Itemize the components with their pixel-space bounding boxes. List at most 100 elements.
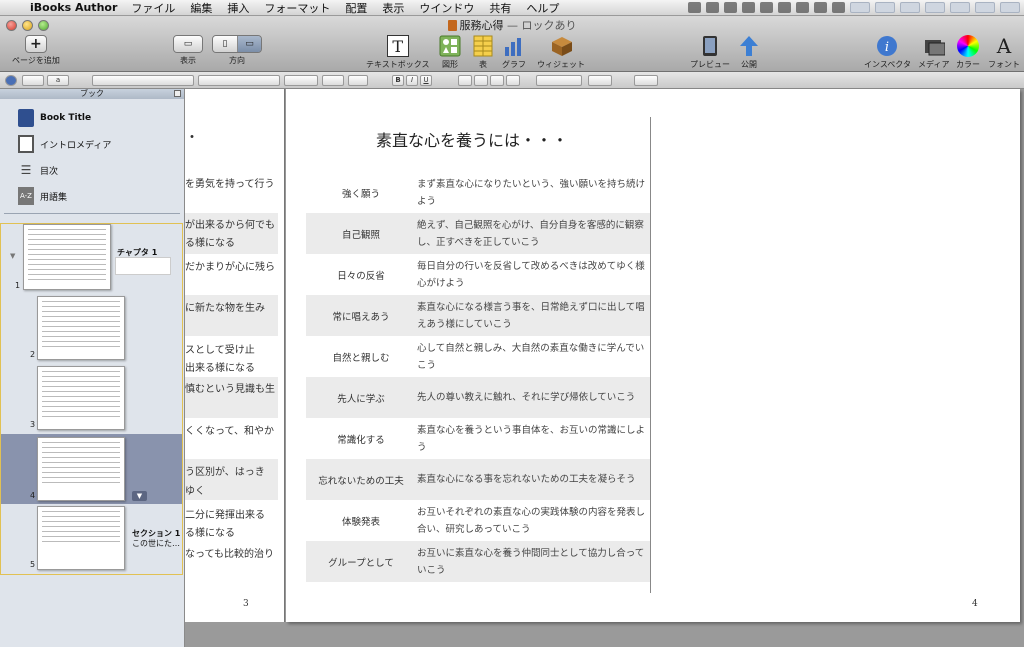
page-text-line: なっても比較的治り	[185, 549, 274, 560]
drive-icon[interactable]	[760, 2, 773, 13]
character-style-button[interactable]: a	[47, 75, 69, 86]
thumb-subtitle-field[interactable]	[115, 257, 171, 275]
thumb-menu-icon[interactable]: ▼	[132, 491, 147, 501]
typeface-popup[interactable]	[198, 75, 280, 86]
font-icon: A	[996, 34, 1012, 58]
menu-help[interactable]: ヘルプ	[526, 0, 559, 15]
preview-button[interactable]: プレビュー	[690, 35, 730, 70]
page-3[interactable]: ・ を勇気を持って行う が出来るから何でも る様になる だかまりが心に残ら に新…	[185, 89, 285, 622]
upload-arrow-icon	[738, 35, 760, 57]
landscape-icon[interactable]: ▭	[237, 36, 261, 52]
menu-view[interactable]: 表示	[382, 0, 404, 15]
menu-insert[interactable]: 挿入	[227, 0, 249, 15]
thumb-page-3[interactable]: 3	[1, 364, 182, 434]
table-row[interactable]: 先人に学ぶ 先人の尊い教えに触れ、それに学び帰依していこう	[306, 377, 650, 418]
dropbox-icon[interactable]	[688, 2, 701, 13]
thumb-page-4[interactable]: 4 ▼	[1, 434, 182, 504]
sidebar-item-book-title[interactable]: Book Title	[0, 105, 184, 131]
app-menu[interactable]: iBooks Author	[30, 1, 117, 14]
page-text-line: 二分に発揮出来る	[185, 510, 265, 521]
publish-button[interactable]: 公開	[738, 35, 760, 70]
orientation-control[interactable]: ▯ ▭ 方向	[212, 35, 262, 66]
row-label: 日々の反省	[337, 270, 385, 282]
timemachine-icon[interactable]	[796, 2, 809, 13]
table-row[interactable]: 常に唱えあう 素直な心になる様言う事を、日常絶えず口に出して唱えあう様にしていこ…	[306, 295, 650, 336]
wifi-icon[interactable]	[832, 2, 845, 13]
table-row[interactable]: 日々の反省 毎日自分の行いを反省して改めるべきは改めてゆく様心がけよう	[306, 254, 650, 295]
tool-icon[interactable]	[778, 2, 791, 13]
media-button[interactable]: メディア	[918, 35, 949, 70]
columns-popup[interactable]	[588, 75, 612, 86]
font-size-field[interactable]	[284, 75, 318, 86]
underline-button[interactable]: U	[420, 75, 432, 86]
view-icon: ▭	[174, 36, 202, 52]
menu-window[interactable]: ウインドウ	[419, 0, 474, 15]
thumb-page-2[interactable]: 2	[1, 294, 182, 364]
bold-button[interactable]: B	[392, 75, 404, 86]
sync-icon[interactable]	[706, 2, 719, 13]
table-row[interactable]: 常識化する 素直な心を養うという事自体を、お互いの常識にしよう	[306, 418, 650, 459]
thumb-chapter-1[interactable]: ▼ 1 チャプタ 1	[1, 224, 182, 294]
thumb-section-1[interactable]: 5 セクション 1 この世にた…	[1, 504, 182, 574]
thumb-number: 3	[30, 420, 36, 429]
window-title: 服務心得 — ロックあり	[0, 17, 1024, 33]
sidebar-item-glossary[interactable]: A-Z 用語集	[0, 183, 184, 209]
table-icon	[472, 35, 494, 57]
table-row[interactable]: グループとして お互いに素直な心を養う仲間同士として協力し合っていこう	[306, 541, 650, 582]
color-button[interactable]: カラー	[956, 35, 980, 70]
table-button[interactable]: 表	[472, 35, 494, 70]
table-row[interactable]: 忘れないための工夫 素直な心になる事を忘れないための工夫を凝らそう	[306, 459, 650, 500]
menu-extras	[688, 2, 1020, 13]
textbox-button[interactable]: T テキストボックス	[366, 35, 430, 70]
row-text: 素直な心を養うという事自体を、お互いの常識にしよう	[417, 424, 646, 453]
sidebar-item-toc[interactable]: ☰ 目次	[0, 157, 184, 183]
align-center-button[interactable]	[474, 75, 488, 86]
film-icon	[18, 135, 34, 153]
table-row[interactable]: 自然と親しむ 心して自然と親しみ、大自然の素直な働きに学んでいこう	[306, 336, 650, 377]
page-text-line: る様になる	[185, 528, 235, 539]
bluetooth-icon[interactable]	[814, 2, 827, 13]
row-text: 素直な心になる事を忘れないための工夫を凝らそう	[417, 474, 636, 485]
table-row[interactable]: 強く願う まず素直な心になりたいという、強い願いを持ち続けよう	[306, 172, 650, 213]
page-title[interactable]: 素直な心を養うには・・・	[376, 127, 568, 151]
page-text-line: ゆく	[185, 486, 205, 497]
app-status-icon[interactable]	[724, 2, 737, 13]
menu-share[interactable]: 共有	[489, 0, 511, 15]
inspector-button[interactable]: i インスペクタ	[864, 35, 911, 70]
sidebar-item-intro-media[interactable]: イントロメディア	[0, 131, 184, 157]
disclosure-triangle-icon[interactable]: ▼	[10, 252, 15, 260]
table-row[interactable]: 体験発表 お互いそれぞれの素直な心の実践体験の内容を発表し合い、研究しあっていこ…	[306, 500, 650, 541]
text-color-well[interactable]	[322, 75, 344, 86]
font-button[interactable]: A フォント	[988, 34, 1020, 70]
line-spacing-popup[interactable]	[536, 75, 582, 86]
window-toolbar: 服務心得 — ロックあり + ページを追加 ▭ 表示 ▯ ▭ 方向 T テキスト…	[0, 16, 1024, 72]
portrait-icon[interactable]: ▯	[213, 36, 237, 52]
page-4[interactable]: 素直な心を養うには・・・ 強く願う まず素直な心になりたいという、強い願いを持ち…	[286, 89, 1020, 622]
font-family-popup[interactable]	[92, 75, 194, 86]
menu-format[interactable]: フォーマット	[264, 0, 330, 15]
menu-arrange[interactable]: 配置	[345, 0, 367, 15]
menu-bar: iBooks Author ファイル 編集 挿入 フォーマット 配置 表示 ウイ…	[0, 0, 1024, 16]
justify-button[interactable]	[506, 75, 520, 86]
align-right-button[interactable]	[490, 75, 504, 86]
menu-edit[interactable]: 編集	[190, 0, 212, 15]
list-style-popup[interactable]	[634, 75, 658, 86]
widget-button[interactable]: ウィジェット	[537, 35, 585, 70]
row-label: 自己観照	[341, 229, 380, 241]
highlight-color-well[interactable]	[348, 75, 368, 86]
thumb-number: 4	[30, 491, 36, 500]
display-icon[interactable]	[742, 2, 755, 13]
chart-button[interactable]: グラフ	[502, 35, 526, 70]
paragraph-style-button[interactable]	[22, 75, 44, 86]
add-page-button[interactable]: + ページを追加	[12, 35, 60, 66]
italic-button[interactable]: I	[406, 75, 418, 86]
svg-text:i: i	[885, 40, 889, 55]
menu-file[interactable]: ファイル	[131, 0, 175, 15]
styles-drawer-icon[interactable]	[5, 75, 17, 86]
glossary-icon: A-Z	[18, 187, 34, 205]
shapes-button[interactable]: 図形	[439, 35, 461, 70]
align-left-button[interactable]	[458, 75, 472, 86]
table-row[interactable]: 自己観照 絶えず、自己観照を心がけ、自分自身を客感的に観察し、正すべきを正してい…	[306, 213, 650, 254]
view-button[interactable]: ▭ 表示	[173, 35, 203, 66]
sidebar-menu-icon[interactable]	[174, 90, 181, 97]
